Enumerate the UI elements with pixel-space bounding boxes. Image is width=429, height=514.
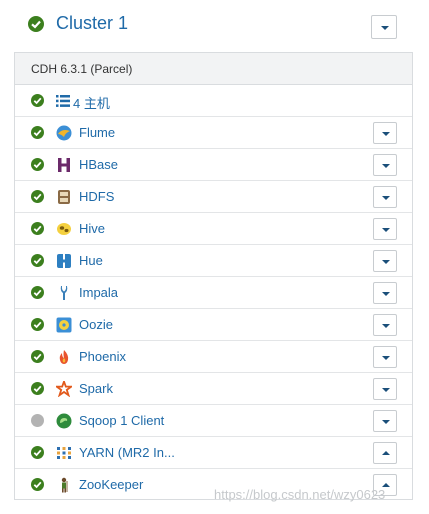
- service-row-hue[interactable]: Hue: [15, 245, 412, 277]
- cluster-panel: CDH 6.3.1 (Parcel) 4 主机 Flume HBase HDFS: [14, 52, 413, 500]
- hive-icon: [56, 221, 72, 237]
- cluster-version: CDH 6.3.1 (Parcel): [31, 62, 133, 76]
- service-name[interactable]: ZooKeeper: [79, 477, 143, 492]
- service-row-hive[interactable]: Hive: [15, 213, 412, 245]
- spark-icon: [53, 378, 75, 398]
- check-circle-icon: [31, 222, 44, 235]
- sqoop-icon: [56, 413, 72, 429]
- service-actions-dropdown[interactable]: [373, 282, 397, 304]
- chevron-down-icon: [382, 132, 390, 136]
- watermark-text: https://blog.csdn.net/wzy0623: [214, 487, 386, 502]
- chevron-up-icon: [382, 451, 390, 455]
- chevron-down-icon: [382, 388, 390, 392]
- service-name[interactable]: Impala: [79, 285, 118, 300]
- service-name[interactable]: Flume: [79, 125, 115, 140]
- hosts-link[interactable]: 4 主机: [73, 93, 110, 112]
- chevron-down-icon: [382, 324, 390, 328]
- check-circle-icon: [31, 94, 44, 107]
- service-name[interactable]: Hive: [79, 221, 105, 236]
- service-actions-dropdown[interactable]: [373, 346, 397, 368]
- chevron-down-icon: [382, 164, 390, 168]
- chevron-down-icon: [382, 260, 390, 264]
- impala-icon: [56, 285, 72, 301]
- service-name[interactable]: Phoenix: [79, 349, 126, 364]
- service-row-hdfs[interactable]: HDFS: [15, 181, 412, 213]
- service-row-oozie[interactable]: Oozie: [15, 309, 412, 341]
- oozie-icon: [56, 317, 72, 333]
- hdfs-icon: [56, 189, 72, 205]
- chevron-down-icon: [382, 228, 390, 232]
- service-row-phoenix[interactable]: Phoenix: [15, 341, 412, 373]
- service-row-spark[interactable]: Spark: [15, 373, 412, 405]
- service-name[interactable]: Spark: [79, 381, 113, 396]
- check-circle-icon: [28, 16, 44, 32]
- flume-icon: [56, 125, 72, 141]
- service-row-impala[interactable]: Impala: [15, 277, 412, 309]
- check-circle-icon: [31, 478, 44, 491]
- cluster-header: Cluster 1: [0, 0, 429, 52]
- zookeeper-icon: [56, 477, 72, 493]
- check-circle-icon: [31, 382, 44, 395]
- service-actions-dropdown[interactable]: [373, 314, 397, 336]
- service-name[interactable]: HDFS: [79, 189, 114, 204]
- service-name[interactable]: Oozie: [79, 317, 113, 332]
- service-row-sqoop[interactable]: Sqoop 1 Client: [15, 405, 412, 437]
- hosts-row[interactable]: 4 主机: [15, 85, 412, 117]
- chevron-down-icon: [382, 292, 390, 296]
- chevron-down-icon: [382, 420, 390, 424]
- status-none-icon: [31, 414, 44, 427]
- phoenix-icon: [56, 349, 72, 365]
- service-row-yarn[interactable]: YARN (MR2 In...: [15, 437, 412, 469]
- chevron-down-icon: [381, 26, 389, 30]
- service-actions-dropdown[interactable]: [373, 410, 397, 432]
- service-row-flume[interactable]: Flume: [15, 117, 412, 149]
- check-circle-icon: [31, 286, 44, 299]
- check-circle-icon: [31, 350, 44, 363]
- check-circle-icon: [31, 126, 44, 139]
- service-actions-dropdown[interactable]: [373, 218, 397, 240]
- check-circle-icon: [31, 254, 44, 267]
- hbase-icon: [56, 157, 72, 173]
- yarn-icon: [56, 445, 72, 461]
- service-actions-dropdown[interactable]: [373, 122, 397, 144]
- service-actions-dropdown[interactable]: [373, 378, 397, 400]
- check-circle-icon: [31, 158, 44, 171]
- hue-icon: [56, 253, 72, 269]
- service-actions-dropdown[interactable]: [373, 154, 397, 176]
- service-actions-dropdown[interactable]: [373, 442, 397, 464]
- service-actions-dropdown[interactable]: [373, 186, 397, 208]
- cluster-actions-dropdown[interactable]: [371, 15, 397, 39]
- cluster-title[interactable]: Cluster 1: [56, 13, 128, 34]
- cluster-version-header: CDH 6.3.1 (Parcel): [15, 53, 412, 85]
- check-circle-icon: [31, 190, 44, 203]
- service-name[interactable]: Sqoop 1 Client: [79, 413, 164, 428]
- service-name[interactable]: HBase: [79, 157, 118, 172]
- check-circle-icon: [31, 318, 44, 331]
- chevron-down-icon: [382, 196, 390, 200]
- service-name[interactable]: YARN (MR2 In...: [79, 445, 175, 460]
- service-actions-dropdown[interactable]: [373, 250, 397, 272]
- chevron-down-icon: [382, 356, 390, 360]
- service-name[interactable]: Hue: [79, 253, 103, 268]
- list-icon: [56, 95, 70, 107]
- service-row-hbase[interactable]: HBase: [15, 149, 412, 181]
- check-circle-icon: [31, 446, 44, 459]
